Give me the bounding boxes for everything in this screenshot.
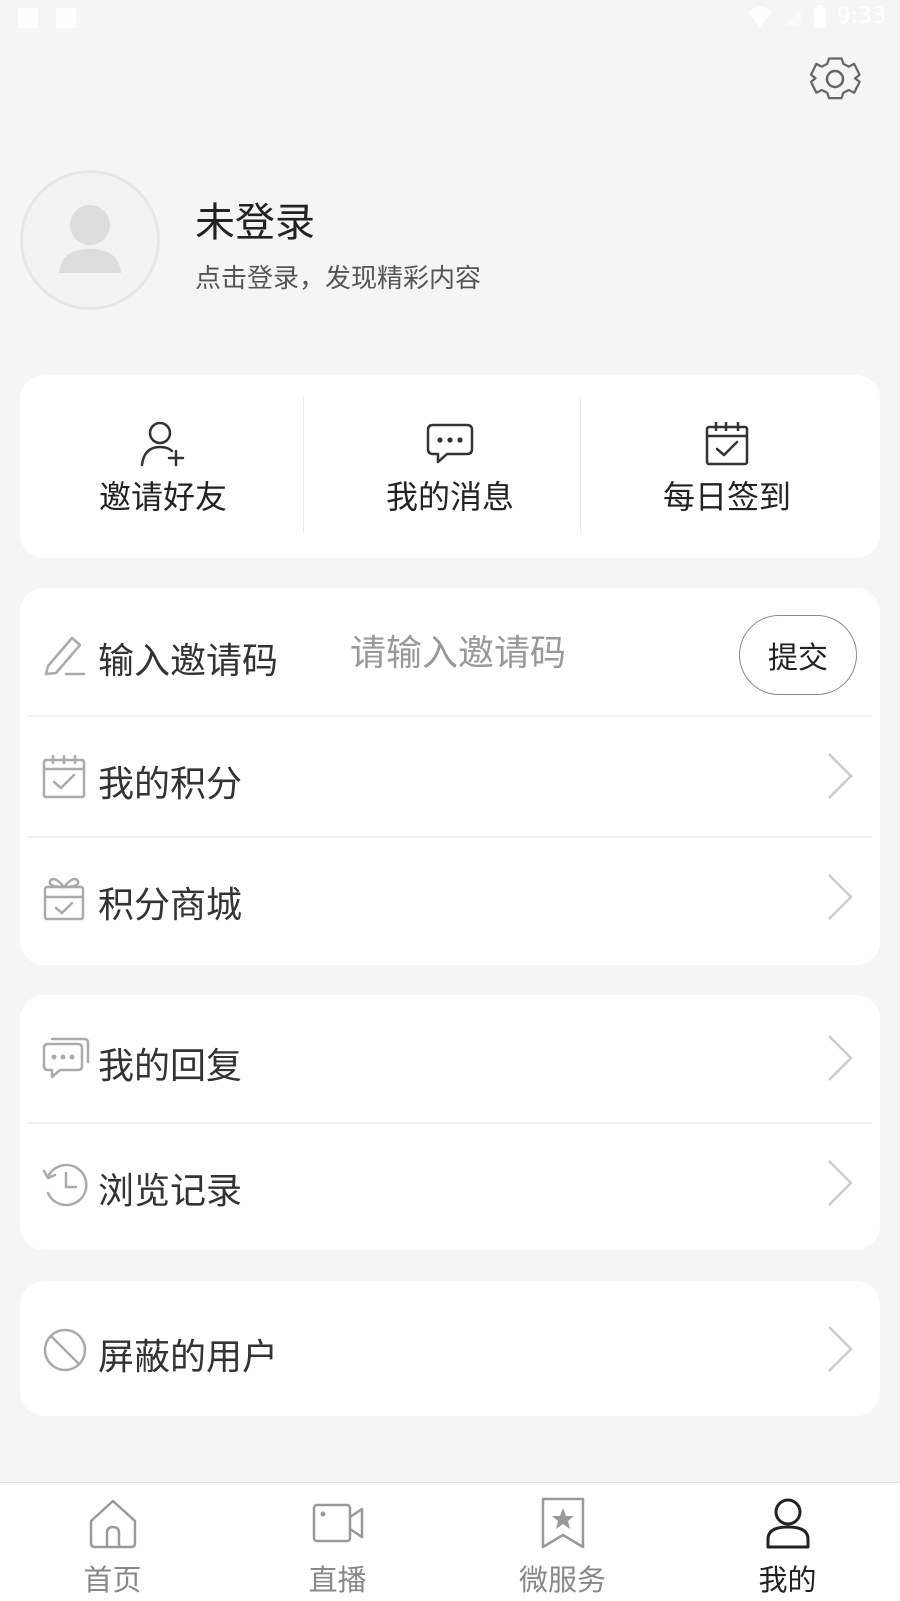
divider — [303, 397, 304, 534]
default-avatar-icon — [59, 205, 121, 273]
chevron-right-icon — [828, 1160, 853, 1206]
battery-icon — [813, 4, 826, 28]
profile-header[interactable]: 未登录 点击登录，发现精彩内容 — [20, 170, 880, 315]
invite-code-row: 输入邀请码 提交 — [20, 588, 880, 716]
home-icon — [89, 1499, 137, 1549]
add-user-icon — [140, 421, 185, 467]
user-icon — [766, 1498, 810, 1549]
menu-item-my-points[interactable]: 我的积分 — [20, 716, 880, 836]
clock: 9:33 — [836, 4, 886, 29]
chevron-right-icon — [828, 753, 853, 799]
daily-checkin-button[interactable]: 每日签到 — [584, 375, 870, 558]
bottom-tab-bar: 首页 直播 微服务 我的 — [0, 1482, 900, 1601]
status-bar: 9:33 — [0, 0, 900, 36]
chevron-right-icon — [828, 1326, 853, 1372]
my-messages-label: 我的消息 — [385, 478, 514, 516]
menu-item-my-replies[interactable]: 我的回复 — [20, 998, 880, 1118]
activity-card: 我的回复 浏览记录 — [20, 995, 880, 1250]
menu-item-points-mall[interactable]: 积分商城 — [20, 837, 880, 957]
menu-item-browsing-history[interactable]: 浏览记录 — [20, 1123, 880, 1243]
gear-icon — [809, 57, 861, 100]
calendar-check-icon — [705, 422, 749, 466]
invite-code-label: 输入邀请码 — [98, 641, 279, 682]
notification-icons — [18, 8, 76, 28]
reply-bubble-icon — [42, 1037, 90, 1079]
submit-button[interactable]: 提交 — [739, 615, 857, 695]
invite-friends-label: 邀请好友 — [98, 478, 227, 516]
pencil-icon — [44, 636, 86, 676]
menu-item-label: 屏蔽的用户 — [98, 1337, 279, 1378]
invite-code-input[interactable] — [350, 628, 680, 678]
tab-label: 我的 — [758, 1563, 817, 1597]
login-prompt: 点击登录，发现精彩内容 — [195, 264, 482, 294]
points-card: 输入邀请码 提交 我的积分 积分商城 — [20, 588, 880, 965]
invite-friends-button[interactable]: 邀请好友 — [20, 375, 306, 558]
tab-label: 首页 — [83, 1563, 142, 1597]
tab-micro-services[interactable]: 微服务 — [450, 1483, 675, 1601]
calendar-check-icon — [42, 755, 86, 799]
image-notification-icon — [18, 8, 38, 28]
my-messages-button[interactable]: 我的消息 — [307, 375, 593, 558]
block-icon — [43, 1328, 87, 1372]
tab-live[interactable]: 直播 — [225, 1483, 450, 1601]
block-card: 屏蔽的用户 — [20, 1281, 880, 1416]
daily-checkin-label: 每日签到 — [662, 478, 791, 516]
chat-bubble-icon — [426, 423, 474, 464]
signal-icon — [784, 9, 801, 26]
divider — [580, 397, 581, 534]
tab-home[interactable]: 首页 — [0, 1483, 225, 1601]
wifi-icon — [747, 6, 772, 27]
tab-mine[interactable]: 我的 — [675, 1483, 900, 1601]
gift-icon — [43, 877, 85, 921]
quick-actions-card: 邀请好友 我的消息 每日签到 — [20, 375, 880, 558]
menu-item-blocked-users[interactable]: 屏蔽的用户 — [20, 1289, 880, 1409]
history-icon — [42, 1163, 88, 1207]
app-notification-icon — [56, 8, 76, 28]
tab-label: 微服务 — [518, 1563, 606, 1597]
menu-item-label: 我的回复 — [98, 1046, 243, 1087]
tab-label: 直播 — [308, 1563, 367, 1597]
star-bookmark-icon — [541, 1497, 585, 1549]
chevron-right-icon — [828, 874, 853, 920]
chevron-right-icon — [828, 1035, 853, 1081]
menu-item-label: 浏览记录 — [98, 1171, 243, 1212]
menu-item-label: 积分商城 — [98, 885, 243, 926]
login-status-title: 未登录 — [195, 200, 315, 246]
menu-item-label: 我的积分 — [98, 764, 243, 805]
settings-button[interactable] — [808, 54, 862, 108]
video-camera-icon — [312, 1503, 364, 1543]
avatar[interactable] — [20, 170, 160, 310]
